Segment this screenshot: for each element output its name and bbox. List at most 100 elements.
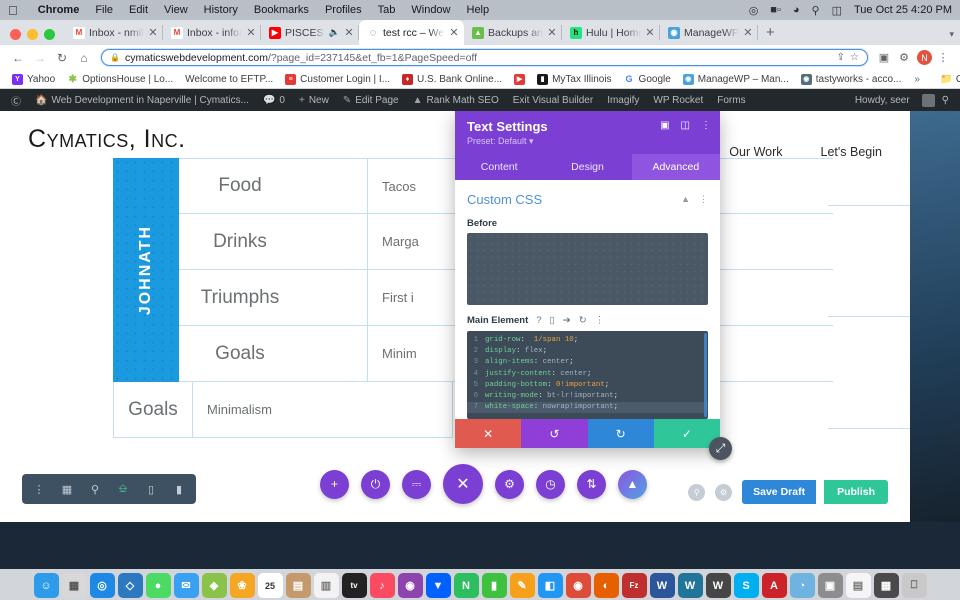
browser-tab[interactable]: ▲ Backups and dupli ✕ [464, 20, 562, 45]
wp-edit-page-button[interactable]: ✎ Edit Page [336, 95, 406, 106]
wp-exit-builder-button[interactable]: Exit Visual Builder [506, 95, 600, 106]
maximize-window-button[interactable] [44, 29, 55, 40]
notion-icon[interactable]: ▣ [875, 51, 893, 64]
close-tab-icon[interactable]: ✕ [344, 26, 354, 39]
keynote-icon[interactable]: ◧ [537, 573, 563, 598]
kebab-menu-icon[interactable]: ⋮ [26, 483, 52, 496]
before-code-input[interactable] [467, 233, 708, 305]
tab-advanced[interactable]: Advanced [631, 154, 720, 180]
wp-howdy-label[interactable]: Howdy, seer [848, 95, 917, 106]
kebab-menu-icon[interactable]: ⋮ [699, 194, 708, 205]
wp-forms-button[interactable]: Forms [710, 95, 752, 106]
launchpad-icon[interactable]: ▦ [61, 573, 87, 598]
wordpress-alt-icon[interactable]: W [705, 573, 731, 598]
tablet-icon[interactable]: ▯ [138, 483, 164, 496]
chevron-up-icon[interactable]: ▲ [681, 194, 690, 205]
record-icon[interactable]: ◎ [743, 4, 765, 17]
tab-audio-icon[interactable]: 🔈 [329, 27, 340, 38]
bookmark-item[interactable]: ◉ ManageWP – Man... [677, 73, 795, 85]
menu-file[interactable]: File [87, 4, 121, 16]
battery-icon[interactable]: ■▫ [764, 4, 787, 16]
cancel-button[interactable]: ✕ [455, 419, 522, 448]
history-button[interactable]: ◷ [536, 469, 565, 499]
wp-new-button[interactable]: + New [292, 95, 336, 106]
trash-icon[interactable]: ⎕ [901, 573, 927, 598]
finder-icon[interactable]: ☺ [33, 573, 59, 598]
browser-tab-active[interactable]: ◌ test rcc – Web Dev ✕ [359, 20, 464, 45]
files-icon[interactable]: ▣ [817, 573, 843, 598]
news-icon[interactable]: ▤ [845, 573, 871, 598]
skype-icon[interactable]: S [733, 573, 759, 598]
bookmark-item[interactable]: Y Yahoo [6, 73, 61, 85]
chevron-down-icon[interactable]: ▾ [943, 29, 960, 45]
kebab-menu-icon[interactable]: ⋮ [934, 51, 952, 64]
wordpress-icon[interactable]: W [677, 573, 703, 598]
wp-rankmath-button[interactable]: ▲ Rank Math SEO [406, 95, 506, 106]
browser-tab[interactable]: ◉ ManageWP ✕ [660, 20, 758, 45]
bookmark-item[interactable]: ♦ U.S. Bank Online... [396, 73, 508, 85]
menu-view[interactable]: View [156, 4, 196, 16]
editor-scrollbar[interactable] [704, 333, 707, 417]
search-icon[interactable]: ⚲ [935, 95, 956, 106]
wireframe-icon[interactable]: ▦ [54, 483, 80, 496]
settings-icon[interactable]: ⚙ [715, 483, 733, 501]
close-tab-icon[interactable]: ✕ [148, 26, 158, 39]
sort-button[interactable]: ⇅ [577, 469, 606, 499]
close-tab-icon[interactable]: ✕ [449, 26, 459, 39]
menu-bookmarks[interactable]: Bookmarks [246, 4, 317, 16]
target-icon[interactable]: ▣ [660, 120, 669, 131]
pages-icon[interactable]: ✎ [509, 573, 535, 598]
safari-icon[interactable]: ◎ [89, 573, 115, 598]
close-tab-icon[interactable]: ✕ [246, 26, 256, 39]
cursor-icon[interactable]: ➔ [563, 315, 571, 326]
close-tab-icon[interactable]: ✕ [743, 26, 753, 39]
share-icon[interactable]: ⇪ [837, 52, 845, 63]
close-window-button[interactable] [10, 29, 21, 40]
bookmark-item[interactable]: Welcome to EFTP... [179, 74, 279, 85]
nav-item-lets-begin[interactable]: Let's Begin [821, 145, 882, 159]
zoom-icon[interactable]: ⚲ [82, 483, 108, 496]
profile-avatar[interactable]: N [917, 50, 932, 65]
modal-preset[interactable]: Preset: Default ▾ [467, 136, 708, 147]
phone-icon[interactable]: ▮ [166, 483, 192, 496]
portability-button[interactable]: ▲ [618, 469, 647, 499]
wordpress-icon[interactable]: Ⓒ [4, 93, 28, 108]
star-icon[interactable]: ☆ [850, 52, 859, 63]
acrobat-icon[interactable]: A [761, 573, 787, 598]
mobile-icon[interactable]: ▯ [550, 315, 555, 326]
wp-comments[interactable]: 💬 0 [256, 95, 292, 106]
vertical-name-block[interactable]: JOHNATH [113, 158, 179, 382]
calculator-icon[interactable]: ▦ [873, 573, 899, 598]
filezilla-icon[interactable]: Fz [621, 573, 647, 598]
layout-icon[interactable]: ◫ [681, 120, 690, 131]
menubar-clock[interactable]: Tue Oct 25 4:20 PM [848, 4, 952, 16]
new-tab-button[interactable]: + [758, 24, 783, 45]
search-icon[interactable]: ⚲ [688, 483, 706, 501]
tab-content[interactable]: Content [455, 154, 543, 180]
add-module-button[interactable]: + [320, 469, 349, 499]
forward-button[interactable]: → [30, 51, 50, 65]
wp-site-name[interactable]: 🏠 Web Development in Naperville | Cymati… [28, 95, 256, 106]
close-tab-icon[interactable]: ✕ [547, 26, 557, 39]
delete-button[interactable]: ⎓ [402, 469, 431, 499]
bookmark-item[interactable]: ≡ Customer Login | I... [279, 73, 396, 85]
bookmark-item[interactable]: ▮ MyTax Illinois [531, 73, 617, 85]
nav-item-our-work[interactable]: Our Work [729, 145, 782, 159]
site-logo[interactable]: CYMATICS, INC. [28, 125, 186, 154]
bookmark-item[interactable]: ◉ tastyworks - acco... [795, 73, 908, 85]
custom-css-section-header[interactable]: Custom CSS ▲ ⋮ [467, 192, 708, 207]
reload-button[interactable]: ↻ [52, 51, 72, 65]
browser-tab[interactable]: h Hulu | Home ✕ [562, 20, 660, 45]
preview-icon[interactable]: ◔ [789, 573, 815, 598]
bookmark-item[interactable]: ✱ OptionsHouse | Lo... [61, 74, 179, 85]
browser-tab[interactable]: M Inbox - nmikyska@ ✕ [65, 20, 163, 45]
menu-history[interactable]: History [196, 4, 246, 16]
back-button[interactable]: ← [8, 51, 28, 65]
bookmarks-overflow-button[interactable]: » [907, 74, 927, 85]
reminders-icon[interactable]: ▥ [313, 573, 339, 598]
podcasts-icon[interactable]: ◉ [397, 573, 423, 598]
chrome-icon[interactable]: ◉ [565, 573, 591, 598]
tab-design[interactable]: Design [543, 154, 631, 180]
help-icon[interactable]: ? [536, 315, 541, 326]
menu-chrome[interactable]: Chrome [30, 4, 88, 16]
